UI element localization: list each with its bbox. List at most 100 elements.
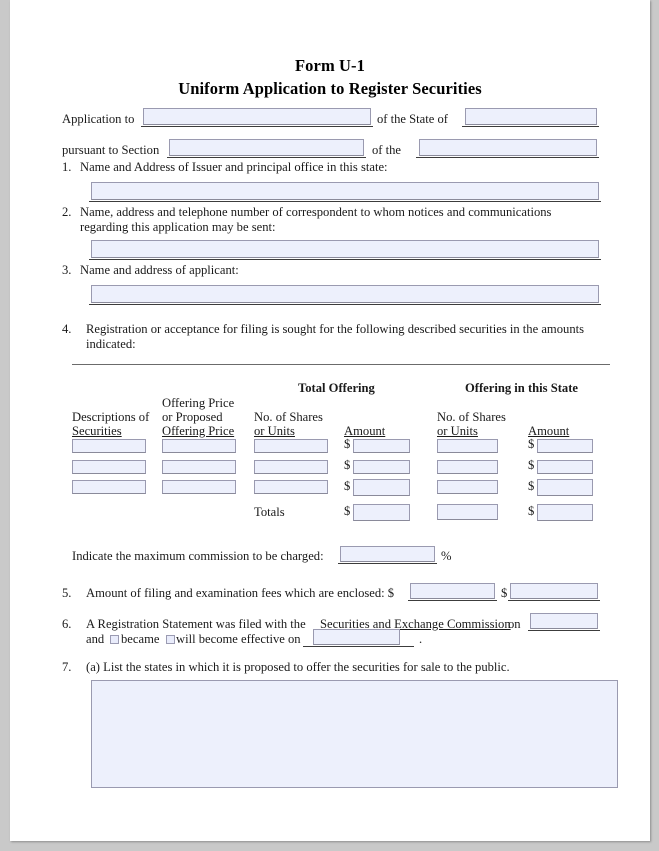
item-6-text-after: on	[508, 617, 521, 631]
table-row-1-total-shares-input[interactable]	[254, 439, 328, 453]
table-row-1-total-amount-dollar: $	[344, 437, 351, 451]
item-3-text: Name and address of applicant:	[80, 263, 239, 277]
item-2-text-line2: regarding this application may be sent:	[80, 220, 276, 234]
application-to-rule	[141, 126, 373, 127]
item-6-became-checkbox[interactable]	[110, 635, 119, 644]
table-row-1-state-shares-input[interactable]	[437, 439, 498, 453]
item-6-became-label: became	[121, 632, 160, 646]
item-5-fee-rule-2	[508, 600, 600, 601]
col-state-shares-line2: or Units	[437, 424, 478, 438]
table-row-1-description-input[interactable]	[72, 439, 146, 453]
table-row-3-state-amount-input[interactable]	[537, 479, 593, 496]
item-6-will-become-checkbox[interactable]	[166, 635, 175, 644]
table-row-3-state-shares-input[interactable]	[437, 480, 498, 494]
item-2-text-line1: Name, address and telephone number of co…	[80, 205, 552, 219]
item-7-states-textarea[interactable]	[91, 680, 618, 788]
item-2-number: 2.	[62, 205, 72, 219]
col-offering-price-line2: or Proposed	[162, 410, 223, 424]
item-1-number: 1.	[62, 160, 72, 174]
item-1-input[interactable]	[91, 182, 599, 200]
item-2-rule	[89, 259, 601, 260]
table-group-header-total-offering: Total Offering	[298, 381, 375, 395]
col-description-line1: Descriptions of	[72, 410, 150, 424]
item-6-text-before: A Registration Statement was filed with …	[86, 617, 306, 631]
item-6-effective-date-rule	[303, 646, 414, 647]
item-5-dollar-2: $	[501, 586, 508, 600]
section-input[interactable]	[169, 139, 364, 156]
label-application-to: Application to	[62, 112, 135, 126]
item-6-and-label: and	[86, 632, 105, 646]
item-7-text: (a) List the states in which it is propo…	[86, 660, 510, 674]
col-state-shares-line1: No. of Shares	[437, 410, 506, 424]
table-row-1-state-amount-input[interactable]	[537, 439, 593, 453]
application-to-input[interactable]	[143, 108, 371, 125]
form-title-line1: Form U-1	[295, 56, 365, 75]
label-pursuant-to-section: pursuant to Section	[62, 143, 160, 157]
col-description-line2: Securities	[72, 424, 122, 438]
table-row-3-offering-price-input[interactable]	[162, 480, 236, 494]
item-6-effective-date-input[interactable]	[313, 629, 400, 645]
table-row-2-description-input[interactable]	[72, 460, 146, 474]
item-6-date-filed-rule	[528, 630, 600, 631]
item-5-fee-input-2[interactable]	[510, 583, 598, 599]
item-5-fee-rule-1	[408, 600, 497, 601]
table-row-2-state-amount-dollar: $	[528, 458, 535, 472]
col-total-shares-line2: or Units	[254, 424, 295, 438]
item-3-input[interactable]	[91, 285, 599, 303]
item-7-number: 7.	[62, 660, 72, 674]
commission-label: Indicate the maximum commission to be ch…	[72, 549, 324, 563]
col-total-shares-line1: No. of Shares	[254, 410, 323, 424]
commission-input[interactable]	[340, 546, 435, 562]
state-rule	[462, 126, 599, 127]
screenshot-viewport: Form U-1 Uniform Application to Register…	[0, 0, 659, 851]
item-6-will-become-label: will become effective on	[176, 632, 301, 646]
item-4-text-line2: indicated:	[86, 337, 136, 351]
table-totals-label: Totals	[254, 505, 285, 519]
item-4-text-line1: Registration or acceptance for filing is…	[86, 322, 585, 336]
table-row-1-offering-price-input[interactable]	[162, 439, 236, 453]
table-row-1-state-amount-dollar: $	[528, 437, 535, 451]
table-totals-total-amount-input[interactable]	[353, 504, 410, 521]
table-row-3-description-input[interactable]	[72, 480, 146, 494]
item-6-date-filed-input[interactable]	[530, 613, 598, 629]
table-group-header-offering-in-this-state: Offering in this State	[465, 381, 578, 395]
item-5-number: 5.	[62, 586, 72, 600]
item-5-fee-input-1[interactable]	[410, 583, 495, 599]
table-totals-state-amount-dollar: $	[528, 504, 535, 518]
item-3-number: 3.	[62, 263, 72, 277]
item-5-text: Amount of filing and examination fees wh…	[86, 586, 395, 600]
col-offering-price-line3: Offering Price	[162, 424, 235, 438]
table-row-2-total-amount-dollar: $	[344, 458, 351, 472]
table-row-2-state-amount-input[interactable]	[537, 460, 593, 474]
section-rule	[167, 157, 366, 158]
table-row-3-total-amount-dollar: $	[344, 479, 351, 493]
item-3-rule	[89, 304, 601, 305]
of-the-rule	[416, 157, 599, 158]
item-6-period: .	[419, 632, 423, 646]
commission-percent-suffix: %	[441, 549, 452, 563]
label-of-the-state-of: of the State of	[377, 112, 448, 126]
item-4-number: 4.	[62, 322, 72, 336]
col-offering-price-line1: Offering Price	[162, 396, 235, 410]
table-row-2-offering-price-input[interactable]	[162, 460, 236, 474]
form-content: Form U-1 Uniform Application to Register…	[10, 0, 650, 841]
table-row-2-total-amount-input[interactable]	[353, 460, 410, 474]
form-title-line2: Uniform Application to Register Securiti…	[178, 79, 482, 98]
commission-rule	[338, 563, 437, 564]
table-totals-state-shares-input[interactable]	[437, 504, 498, 520]
item-1-rule	[89, 201, 601, 202]
item-6-number: 6.	[62, 617, 72, 631]
label-of-the: of the	[372, 143, 402, 157]
table-row-1-total-amount-input[interactable]	[353, 439, 410, 453]
item-2-input[interactable]	[91, 240, 599, 258]
table-totals-state-amount-input[interactable]	[537, 504, 593, 521]
table-row-3-total-shares-input[interactable]	[254, 480, 328, 494]
section-divider	[72, 364, 610, 365]
state-input[interactable]	[465, 108, 597, 125]
table-row-3-total-amount-input[interactable]	[353, 479, 410, 496]
table-row-2-total-shares-input[interactable]	[254, 460, 328, 474]
table-row-3-state-amount-dollar: $	[528, 479, 535, 493]
table-row-2-state-shares-input[interactable]	[437, 460, 498, 474]
item-1-text: Name and Address of Issuer and principal…	[80, 160, 388, 174]
of-the-input[interactable]	[419, 139, 597, 156]
